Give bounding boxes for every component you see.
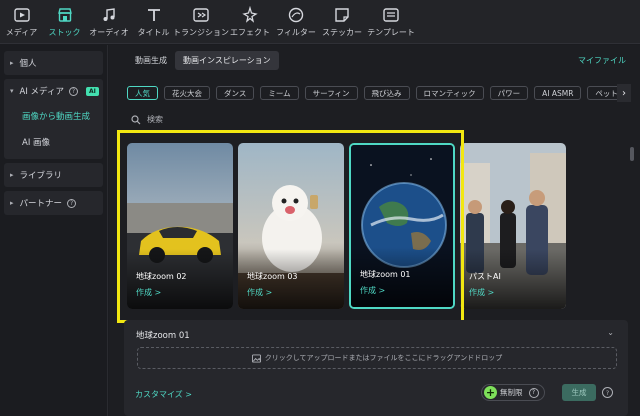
caret-down-icon: ▾ bbox=[10, 87, 14, 95]
image-upload-icon bbox=[251, 353, 261, 363]
toolbar-effect[interactable]: エフェクト bbox=[227, 0, 273, 44]
customize-link[interactable]: カスタマイズ > bbox=[135, 389, 192, 400]
generate-button[interactable]: 生成 bbox=[562, 384, 596, 401]
toolbar-media[interactable]: メディア bbox=[0, 0, 43, 44]
template-cards: 地球zoom 02 作成 > 地球zoom 03 作成 > 地球zoom 01 … bbox=[127, 143, 607, 311]
sidebar-item-partner[interactable]: ▸ パートナー ? bbox=[4, 191, 103, 215]
chip-power[interactable]: パワー bbox=[489, 86, 529, 100]
card-title: パストAI bbox=[469, 272, 501, 281]
toolbar-audio[interactable]: オーディオ bbox=[86, 0, 132, 44]
card-create-link[interactable]: 作成 > bbox=[136, 287, 161, 298]
card-title: 地球zoom 01 bbox=[360, 270, 411, 279]
sidebar-item-personal[interactable]: ▸ 個人 bbox=[4, 51, 103, 75]
my-file-link[interactable]: マイファイル bbox=[578, 55, 626, 66]
ai-badge: AI bbox=[85, 86, 99, 96]
toolbar-media-label: メディア bbox=[5, 28, 38, 37]
toolbar-sticker-label: ステッカー bbox=[322, 28, 362, 37]
chip-dance[interactable]: ダンス bbox=[216, 86, 255, 100]
caret-right-icon: ▸ bbox=[10, 59, 14, 67]
toolbar-title-label: タイトル bbox=[137, 28, 170, 37]
toolbar-effect-label: エフェクト bbox=[230, 28, 270, 37]
template-card[interactable]: 地球zoom 02 作成 > bbox=[127, 143, 233, 309]
stock-icon bbox=[56, 6, 74, 24]
sidebar-item-label: パートナー bbox=[19, 199, 63, 209]
category-chips: 人気 花火大会 ダンス ミーム サーフィン 飛び込み ロマンティック パワー A… bbox=[127, 86, 627, 100]
sidebar-subitem-image-to-video[interactable]: 画像から動画生成 bbox=[4, 103, 103, 129]
caret-right-icon: ▸ bbox=[10, 171, 14, 179]
search-field[interactable]: 検索 bbox=[131, 114, 163, 125]
chip-diving[interactable]: 飛び込み bbox=[363, 86, 410, 100]
card-create-link[interactable]: 作成 > bbox=[469, 287, 494, 298]
chip-popular[interactable]: 人気 bbox=[127, 86, 158, 100]
template-card[interactable]: 地球zoom 03 作成 > bbox=[238, 143, 344, 309]
template-card-selected[interactable]: 地球zoom 01 作成 > bbox=[349, 143, 455, 309]
scrollbar-thumb[interactable] bbox=[630, 147, 634, 161]
chip-ai-asmr[interactable]: AI ASMR bbox=[534, 86, 582, 100]
toolbar-filter-label: フィルター bbox=[276, 28, 316, 37]
chip-surfing[interactable]: サーフィン bbox=[304, 86, 358, 100]
toolbar-template[interactable]: テンプレート bbox=[365, 0, 417, 44]
sidebar-item-library[interactable]: ▸ ライブラリ bbox=[4, 163, 103, 187]
card-title: 地球zoom 02 bbox=[136, 272, 187, 281]
media-icon bbox=[13, 6, 31, 24]
chip-romantic[interactable]: ロマンティック bbox=[415, 86, 484, 100]
selected-template-title: 地球zoom 01 bbox=[136, 331, 190, 341]
plus-icon: + bbox=[484, 386, 497, 399]
toolbar-filter[interactable]: フィルター bbox=[273, 0, 319, 44]
effect-sparkle-icon bbox=[241, 6, 259, 24]
template-card[interactable]: パストAI 作成 > bbox=[460, 143, 566, 309]
generation-panel: 地球zoom 01 ⌄ クリックしてアップロードまたはファイルをここにドラッグア… bbox=[124, 320, 628, 416]
filter-icon bbox=[287, 6, 305, 24]
card-create-link[interactable]: 作成 > bbox=[247, 287, 272, 298]
sidebar-item-label: AI メディア bbox=[19, 87, 64, 97]
sidebar-item-ai-media[interactable]: ▾ AI メディア ? AI bbox=[4, 79, 103, 103]
sticker-icon bbox=[333, 6, 351, 24]
toolbar-stock-label: ストック bbox=[48, 28, 81, 37]
tab-video-generation[interactable]: 動画生成 bbox=[127, 51, 175, 70]
help-icon[interactable]: ? bbox=[68, 86, 78, 96]
help-icon[interactable]: ? bbox=[602, 387, 613, 398]
help-icon[interactable]: ? bbox=[67, 198, 77, 208]
sidebar-subitem-ai-image[interactable]: AI 画像 bbox=[4, 129, 103, 155]
upload-text: クリックしてアップロードまたはファイルをここにドラッグアンドドロップ bbox=[264, 354, 503, 362]
toolbar-title[interactable]: タイトル bbox=[132, 0, 175, 44]
transition-icon bbox=[192, 6, 210, 24]
search-icon bbox=[131, 114, 141, 124]
music-note-icon bbox=[100, 6, 118, 24]
help-icon[interactable]: ? bbox=[528, 387, 539, 398]
search-placeholder: 検索 bbox=[147, 115, 163, 124]
toolbar-transition[interactable]: トランジション bbox=[173, 0, 229, 44]
unlimited-credits[interactable]: + 無制限 ? bbox=[481, 384, 545, 401]
toolbar-transition-label: トランジション bbox=[173, 28, 229, 37]
chip-fireworks[interactable]: 花火大会 bbox=[164, 86, 210, 100]
toolbar-sticker[interactable]: ステッカー bbox=[319, 0, 365, 44]
caret-right-icon: ▸ bbox=[10, 199, 14, 207]
top-toolbar: メディア ストック オーディオ タイトル トランジション エフェクト フィルター… bbox=[0, 0, 640, 44]
chevron-right-icon[interactable]: › bbox=[617, 84, 631, 102]
unlimited-label: 無制限 bbox=[500, 388, 523, 397]
card-create-link[interactable]: 作成 > bbox=[360, 285, 385, 296]
chevron-down-icon[interactable]: ⌄ bbox=[607, 328, 614, 337]
sidebar-item-label: 個人 bbox=[19, 59, 37, 69]
toolbar-audio-label: オーディオ bbox=[89, 28, 129, 37]
tab-video-inspiration[interactable]: 動画インスピレーション bbox=[175, 51, 279, 70]
sidebar-group-ai-media: ▾ AI メディア ? AI 画像から動画生成 AI 画像 bbox=[4, 79, 103, 159]
title-text-icon bbox=[145, 6, 163, 24]
card-title: 地球zoom 03 bbox=[247, 272, 298, 281]
tab-bar: 動画生成 動画インスピレーション bbox=[127, 51, 279, 70]
template-icon bbox=[382, 6, 400, 24]
sidebar: ▸ 個人 ▾ AI メディア ? AI 画像から動画生成 AI 画像 ▸ ライブ… bbox=[0, 45, 108, 416]
toolbar-stock[interactable]: ストック bbox=[43, 0, 86, 44]
upload-dropzone[interactable]: クリックしてアップロードまたはファイルをここにドラッグアンドドロップ bbox=[137, 347, 617, 369]
toolbar-template-label: テンプレート bbox=[367, 28, 415, 37]
chip-meme[interactable]: ミーム bbox=[260, 86, 299, 100]
sidebar-item-label: ライブラリ bbox=[19, 171, 63, 181]
